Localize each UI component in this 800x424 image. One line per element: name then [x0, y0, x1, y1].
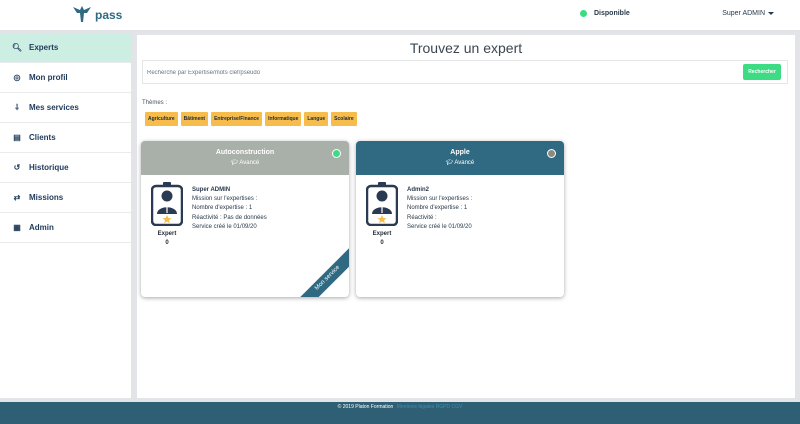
theme-tag-langue[interactable]: Langue: [304, 112, 329, 126]
main-panel: Trouvez un expert Rechercher Thèmes : Ag…: [137, 35, 795, 398]
expert-name: Super ADMIN: [192, 187, 231, 193]
status-dot-icon: [580, 10, 587, 17]
expert-badge-icon: [150, 182, 184, 227]
theme-tag-informatique[interactable]: Informatique: [265, 112, 302, 126]
availability-status[interactable]: Disponible: [580, 10, 630, 17]
sidebar-item-label: Mon profil: [29, 73, 68, 82]
card-level-text: Avancé: [239, 160, 260, 166]
expertise-count-text: Nombre d'expertise : 1: [192, 205, 253, 212]
sidebar-item-experts[interactable]: 🔍︎ Experts: [0, 33, 131, 63]
online-status-icon: [332, 149, 341, 158]
expert-info: Super ADMIN Mission sur l'expertises : N…: [192, 186, 267, 232]
sidebar-item-label: Historique: [29, 163, 69, 172]
sidebar-item-mon-profil[interactable]: ◎ Mon profil: [0, 63, 131, 93]
plug-icon: ⸸: [15, 103, 19, 112]
graduation-cap-icon: 🎓︎: [230, 160, 239, 166]
expert-count: 0: [165, 240, 169, 246]
themes-label: Thèmes :: [142, 100, 168, 106]
service-date-text: Service créé le 01/09/20: [192, 223, 257, 230]
card-title: Apple: [450, 149, 470, 156]
card-title: Autoconstruction: [215, 149, 275, 156]
footer-links[interactable]: Mentions légales RGPD CGV: [397, 404, 463, 410]
expert-name: Admin2: [407, 187, 430, 193]
sidebar: 🔍︎ Experts ◎ Mon profil ⸸ Mes services ▤…: [0, 33, 131, 398]
offline-status-icon: [547, 149, 556, 158]
card-level-text: Avancé: [454, 160, 475, 166]
expertise-count-text: Nombre d'expertise : 1: [407, 205, 468, 212]
card-header: Autoconstruction 🎓︎Avancé: [141, 141, 349, 175]
sidebar-item-label: Admin: [29, 223, 54, 232]
theme-tag-batiment[interactable]: Bâtiment: [180, 112, 209, 126]
sidebar-item-label: Missions: [29, 193, 64, 202]
reactivity-text: Réactivité :: [407, 214, 437, 221]
sidebar-item-label: Mes services: [29, 103, 79, 112]
app-name: pass: [95, 8, 123, 22]
caret-down-icon: [768, 12, 774, 15]
theme-tag-agriculture[interactable]: Agriculture: [145, 112, 178, 126]
expert-info: Admin2 Mission sur l'expertises : Nombre…: [407, 186, 472, 232]
my-service-ribbon: Mon service: [291, 242, 349, 297]
winged-logo-icon: [72, 5, 92, 23]
expert-count: 0: [380, 240, 384, 246]
admin-card-icon: ▦: [13, 223, 21, 232]
user-menu-dropdown[interactable]: Super ADMIN: [722, 10, 774, 17]
search-button[interactable]: Rechercher: [743, 64, 781, 80]
user-circle-icon: ◎: [13, 73, 21, 82]
search-icon: 🔍︎: [11, 43, 23, 52]
sidebar-item-historique[interactable]: ↺ Historique: [0, 153, 131, 183]
footer-copyright: © 2019 Platon Formation: [337, 404, 394, 410]
sidebar-item-admin[interactable]: ▦ Admin: [0, 213, 131, 243]
search-bar: Rechercher: [142, 60, 788, 84]
expert-card[interactable]: Apple 🎓︎Avancé Expert 0 Admin2 Mission s…: [356, 141, 564, 297]
exchange-icon: ⇄: [13, 193, 21, 202]
graduation-cap-icon: 🎓︎: [445, 160, 454, 166]
top-navbar: pass Disponible Super ADMIN: [0, 0, 800, 31]
mission-text: Mission sur l'expertises :: [407, 196, 473, 203]
history-icon: ↺: [13, 163, 21, 172]
brand-logo[interactable]: pass: [72, 5, 122, 23]
status-text: Disponible: [594, 10, 630, 17]
mission-text: Mission sur l'expertises :: [192, 196, 258, 203]
expert-label: Expert: [372, 231, 392, 237]
sidebar-item-label: Clients: [29, 133, 56, 142]
expert-label: Expert: [157, 231, 177, 237]
reactivity-text: Réactivité : Pas de données: [192, 214, 267, 221]
search-input[interactable]: [147, 66, 737, 79]
footer: © 2019 Platon Formation Mentions légales…: [0, 402, 800, 424]
theme-tag-entreprise-finance[interactable]: Entreprise/Finance: [211, 112, 263, 126]
card-level: 🎓︎Avancé: [356, 159, 564, 166]
service-date-text: Service créé le 01/09/20: [407, 223, 472, 230]
sidebar-item-mes-services[interactable]: ⸸ Mes services: [0, 93, 131, 123]
card-level: 🎓︎Avancé: [141, 159, 349, 166]
sidebar-item-clients[interactable]: ▤ Clients: [0, 123, 131, 153]
sidebar-item-label: Experts: [29, 43, 59, 52]
theme-tag-scolaire[interactable]: Scolaire: [331, 112, 357, 126]
sidebar-item-missions[interactable]: ⇄ Missions: [0, 183, 131, 213]
user-name: Super ADMIN: [722, 10, 765, 17]
expert-badge-icon: [365, 182, 399, 227]
page-title: Trouvez un expert: [409, 40, 523, 56]
expert-card[interactable]: Autoconstruction 🎓︎Avancé Expert 0 Super…: [141, 141, 349, 297]
id-card-icon: ▤: [13, 133, 21, 142]
card-header: Apple 🎓︎Avancé: [356, 141, 564, 175]
theme-tags: Agriculture Bâtiment Entreprise/Finance …: [145, 112, 357, 126]
